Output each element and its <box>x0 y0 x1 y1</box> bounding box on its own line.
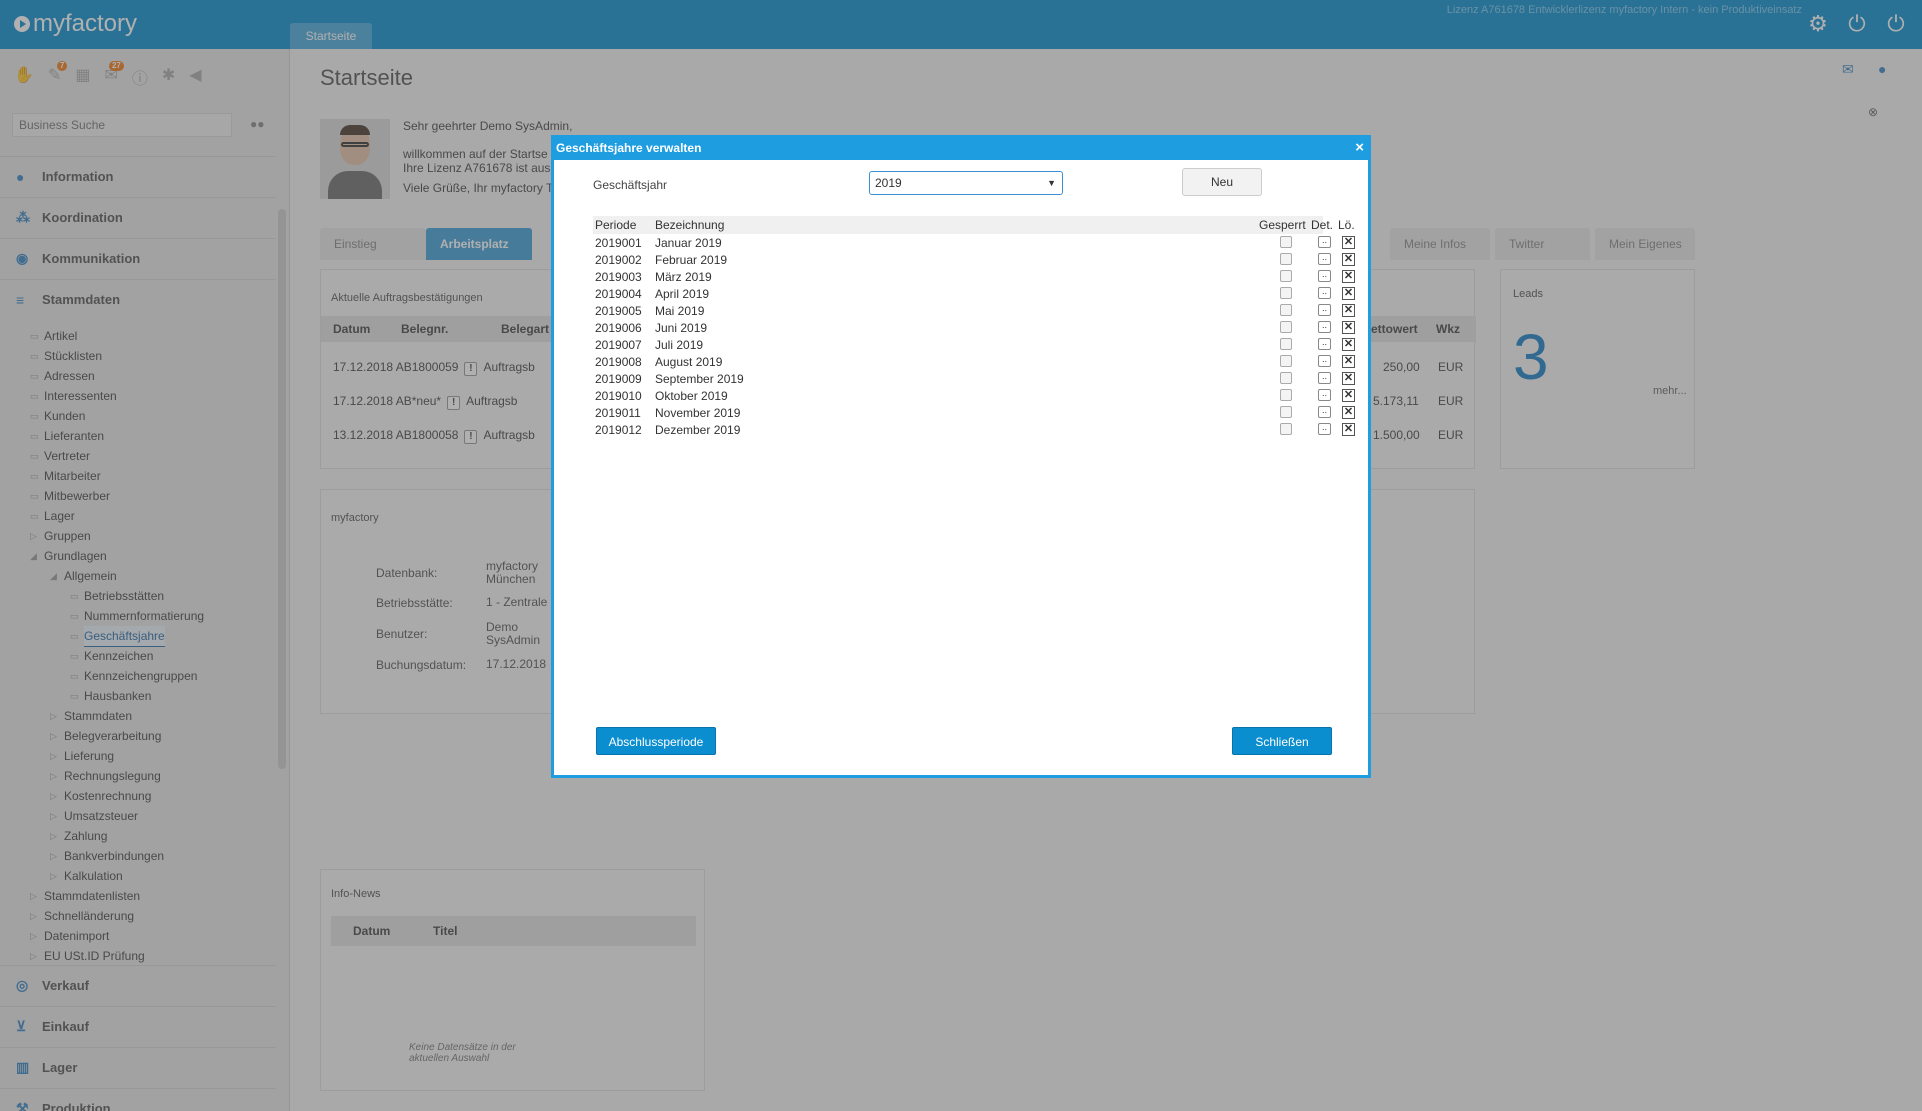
locked-checkbox[interactable] <box>1280 236 1292 248</box>
year-select[interactable]: 2019 ▼ <box>869 171 1063 195</box>
delete-icon[interactable]: ✕ <box>1342 270 1355 283</box>
detail-button[interactable]: .. <box>1318 338 1331 350</box>
detail-button[interactable]: .. <box>1318 321 1331 333</box>
delete-icon[interactable]: ✕ <box>1342 338 1355 351</box>
delete-icon[interactable]: ✕ <box>1342 253 1355 266</box>
table-row[interactable]: 2019006 Juni 2019.. ✕ <box>593 319 1355 336</box>
bezeichnung-cell: Januar 2019 <box>655 236 722 250</box>
periode-cell: 2019007 <box>595 338 642 352</box>
geschaeftsjahre-dialog: Geschäftsjahre verwalten × Geschäftsjahr… <box>551 135 1371 778</box>
close-button[interactable]: Schließen <box>1232 727 1332 755</box>
locked-checkbox[interactable] <box>1280 270 1292 282</box>
periode-cell: 2019005 <box>595 304 642 318</box>
periode-cell: 2019012 <box>595 423 642 437</box>
detail-button[interactable]: .. <box>1318 270 1331 282</box>
table-row[interactable]: 2019012 Dezember 2019.. ✕ <box>593 421 1355 438</box>
bezeichnung-cell: September 2019 <box>655 372 744 386</box>
table-row[interactable]: 2019005 Mai 2019.. ✕ <box>593 302 1355 319</box>
periode-cell: 2019008 <box>595 355 642 369</box>
detail-button[interactable]: .. <box>1318 406 1331 418</box>
delete-icon[interactable]: ✕ <box>1342 321 1355 334</box>
periode-cell: 2019009 <box>595 372 642 386</box>
locked-checkbox[interactable] <box>1280 287 1292 299</box>
table-row[interactable]: 2019003 März 2019.. ✕ <box>593 268 1355 285</box>
locked-checkbox[interactable] <box>1280 304 1292 316</box>
delete-icon[interactable]: ✕ <box>1342 389 1355 402</box>
delete-icon[interactable]: ✕ <box>1342 355 1355 368</box>
periode-cell: 2019006 <box>595 321 642 335</box>
new-button[interactable]: Neu <box>1182 168 1262 196</box>
table-row[interactable]: 2019008 August 2019.. ✕ <box>593 353 1355 370</box>
bezeichnung-cell: November 2019 <box>655 406 741 420</box>
periode-cell: 2019004 <box>595 287 642 301</box>
close-period-button[interactable]: Abschlussperiode <box>596 727 716 755</box>
detail-button[interactable]: .. <box>1318 236 1331 248</box>
locked-checkbox[interactable] <box>1280 253 1292 265</box>
bezeichnung-cell: Februar 2019 <box>655 253 728 267</box>
locked-checkbox[interactable] <box>1280 338 1292 350</box>
year-label: Geschäftsjahr <box>593 178 668 192</box>
delete-icon[interactable]: ✕ <box>1342 406 1355 419</box>
col-det: Det. <box>1311 218 1334 232</box>
periode-cell: 2019002 <box>595 253 642 267</box>
delete-icon[interactable]: ✕ <box>1342 287 1355 300</box>
table-row[interactable]: 2019011 November 2019.. ✕ <box>593 404 1355 421</box>
periods-table-header: Periode Bezeichnung Gesperrt Det. Lö. <box>593 216 1355 234</box>
detail-button[interactable]: .. <box>1318 287 1331 299</box>
delete-icon[interactable]: ✕ <box>1342 304 1355 317</box>
chevron-down-icon: ▼ <box>1047 178 1056 188</box>
periode-cell: 2019011 <box>595 406 641 420</box>
locked-checkbox[interactable] <box>1280 423 1292 435</box>
locked-checkbox[interactable] <box>1280 406 1292 418</box>
periode-cell: 2019010 <box>595 389 642 403</box>
detail-button[interactable]: .. <box>1318 355 1331 367</box>
delete-icon[interactable]: ✕ <box>1342 423 1355 436</box>
bezeichnung-cell: Mai 2019 <box>655 304 705 318</box>
select-value: 2019 <box>875 176 902 190</box>
locked-checkbox[interactable] <box>1280 389 1292 401</box>
bezeichnung-cell: August 2019 <box>655 355 723 369</box>
dialog-title: Geschäftsjahre verwalten <box>554 138 1368 160</box>
periode-cell: 2019003 <box>595 270 642 284</box>
col-periode: Periode <box>595 218 637 232</box>
table-row[interactable]: 2019009 September 2019.. ✕ <box>593 370 1355 387</box>
periode-cell: 2019001 <box>595 236 642 250</box>
bezeichnung-cell: Juli 2019 <box>655 338 704 352</box>
bezeichnung-cell: Juni 2019 <box>655 321 708 335</box>
bezeichnung-cell: Dezember 2019 <box>655 423 741 437</box>
locked-checkbox[interactable] <box>1280 372 1292 384</box>
table-row[interactable]: 2019007 Juli 2019.. ✕ <box>593 336 1355 353</box>
detail-button[interactable]: .. <box>1318 389 1331 401</box>
close-icon[interactable]: × <box>1355 138 1364 158</box>
delete-icon[interactable]: ✕ <box>1342 372 1355 385</box>
table-row[interactable]: 2019001 Januar 2019.. ✕ <box>593 234 1355 251</box>
locked-checkbox[interactable] <box>1280 321 1292 333</box>
locked-checkbox[interactable] <box>1280 355 1292 367</box>
detail-button[interactable]: .. <box>1318 372 1331 384</box>
delete-icon[interactable]: ✕ <box>1342 236 1355 249</box>
bezeichnung-cell: Oktober 2019 <box>655 389 728 403</box>
col-bezeichnung: Bezeichnung <box>655 218 725 232</box>
table-row[interactable]: 2019004 April 2019.. ✕ <box>593 285 1355 302</box>
col-loeschen: Lö. <box>1338 218 1355 232</box>
detail-button[interactable]: .. <box>1318 304 1331 316</box>
table-row[interactable]: 2019002 Februar 2019.. ✕ <box>593 251 1355 268</box>
col-gesperrt: Gesperrt <box>1259 218 1306 232</box>
table-row[interactable]: 2019010 Oktober 2019.. ✕ <box>593 387 1355 404</box>
detail-button[interactable]: .. <box>1318 423 1331 435</box>
bezeichnung-cell: März 2019 <box>655 270 712 284</box>
detail-button[interactable]: .. <box>1318 253 1331 265</box>
bezeichnung-cell: April 2019 <box>655 287 710 301</box>
